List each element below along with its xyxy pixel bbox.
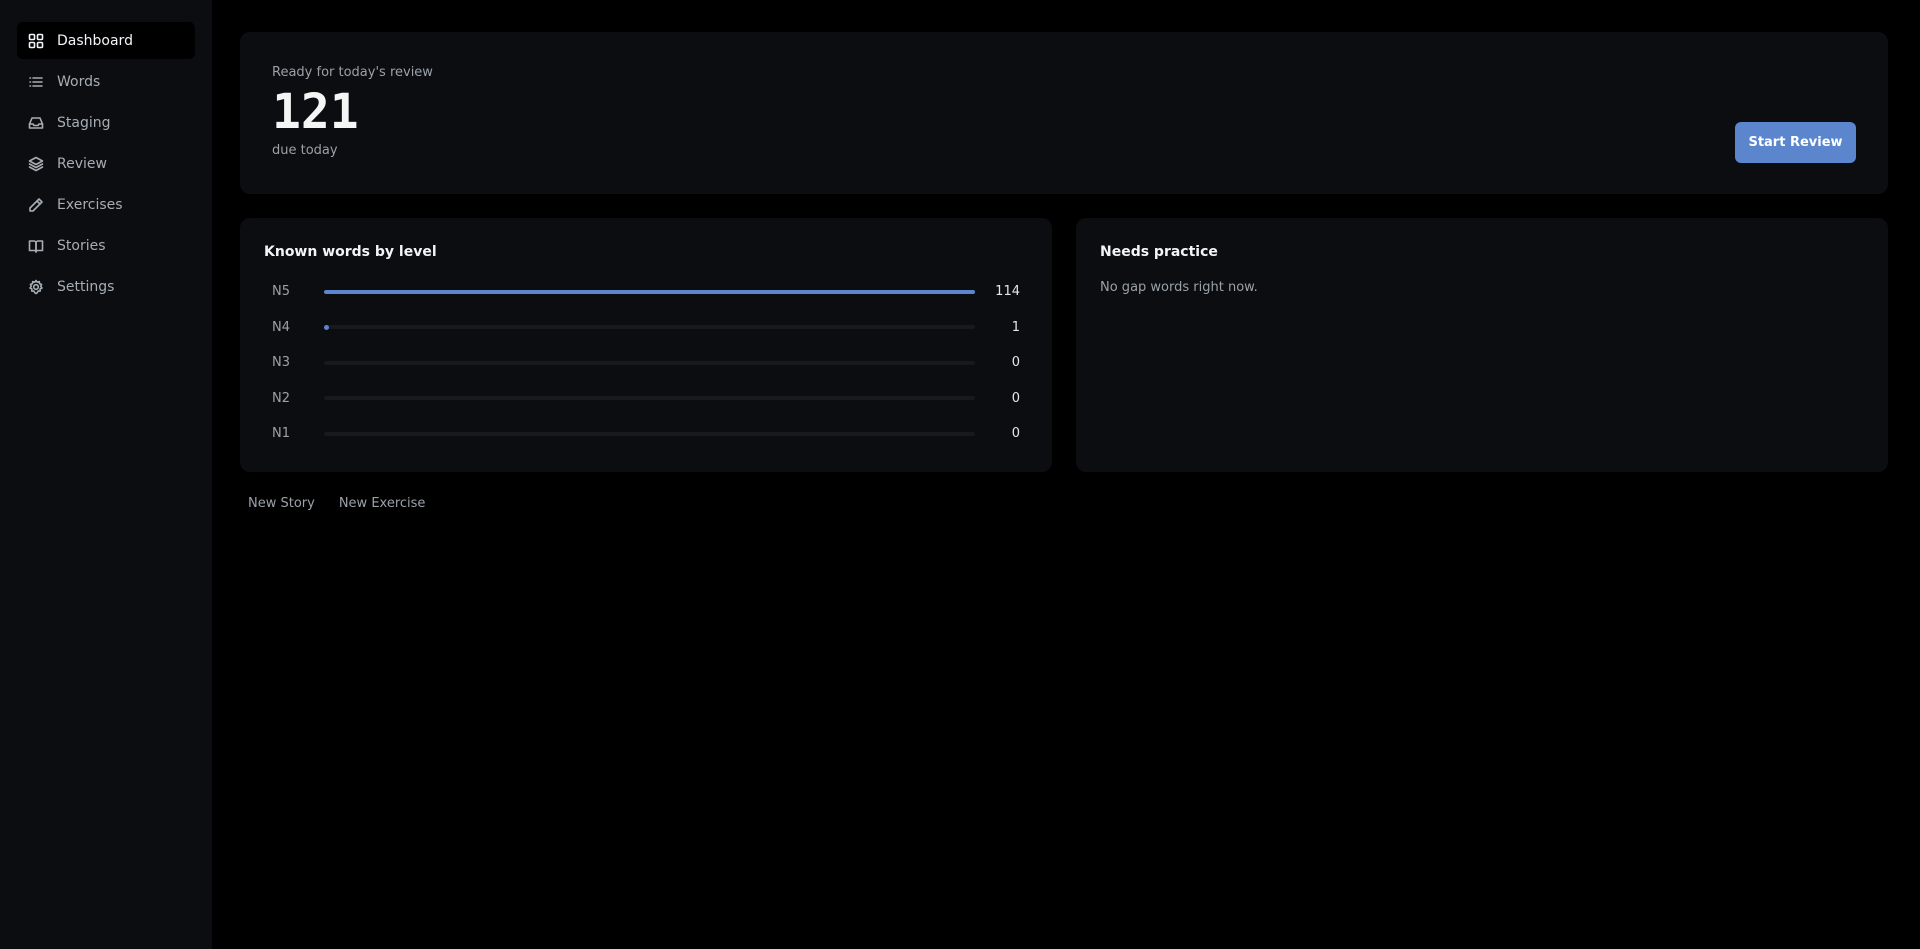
- level-count: 0: [1011, 390, 1020, 406]
- panel-title: Needs practice: [1100, 244, 1218, 260]
- sidebar-item-label: Words: [57, 73, 101, 90]
- panel-title: Known words by level: [264, 244, 437, 260]
- level-count: 1: [1011, 319, 1020, 335]
- sidebar-item-label: Staging: [57, 114, 111, 131]
- due-label: due today: [272, 142, 338, 158]
- level-bar-track: [324, 324, 975, 330]
- empty-state-text: No gap words right now.: [1100, 280, 1258, 295]
- sidebar-item-label: Dashboard: [57, 32, 133, 49]
- sidebar-item-review[interactable]: Review: [17, 145, 195, 182]
- needs-practice-panel: Needs practice No gap words right now.: [1076, 218, 1888, 472]
- level-row-n2: N2 0: [264, 381, 1028, 417]
- level-list: N5 114 N4 1 N3 0 N2 0 N1 0: [264, 274, 1028, 452]
- level-bar-fill: [324, 289, 975, 294]
- level-name: N4: [272, 319, 290, 335]
- new-story-link[interactable]: New Story: [248, 496, 315, 511]
- new-exercise-link[interactable]: New Exercise: [339, 496, 426, 511]
- level-bar-track: [324, 289, 975, 294]
- sidebar-item-label: Settings: [57, 278, 115, 295]
- start-review-button[interactable]: Start Review: [1735, 122, 1856, 163]
- level-name: N2: [272, 390, 290, 406]
- level-row-n1: N1 0: [264, 416, 1028, 452]
- review-summary-card: Ready for today's review 121 due today S…: [240, 32, 1888, 194]
- level-name: N1: [272, 426, 290, 442]
- level-row-n3: N3 0: [264, 345, 1028, 381]
- sidebar-item-label: Exercises: [57, 196, 123, 213]
- pencil-icon: [28, 197, 44, 213]
- level-row-n5: N5 114: [264, 274, 1028, 310]
- level-name: N3: [272, 355, 290, 371]
- level-bar-fill: [324, 324, 329, 330]
- inbox-icon: [28, 115, 44, 131]
- sidebar-item-dashboard[interactable]: Dashboard: [17, 22, 195, 59]
- book-icon: [28, 238, 44, 254]
- level-count: 0: [1011, 355, 1020, 371]
- panels-row: Known words by level N5 114 N4 1 N3 0 N2…: [240, 218, 1888, 472]
- main-content: Ready for today's review 121 due today S…: [212, 0, 1920, 949]
- app: Dashboard Words Staging Review Exercises: [0, 0, 1920, 949]
- level-count: 0: [1011, 426, 1020, 442]
- sidebar-item-settings[interactable]: Settings: [17, 268, 195, 305]
- known-words-panel: Known words by level N5 114 N4 1 N3 0 N2…: [240, 218, 1052, 472]
- list-icon: [28, 74, 44, 90]
- sidebar-item-staging[interactable]: Staging: [17, 104, 195, 141]
- grid-icon: [28, 33, 44, 49]
- layers-icon: [28, 156, 44, 172]
- level-row-n4: N4 1: [264, 310, 1028, 346]
- level-bar-track: [324, 431, 975, 436]
- sidebar-item-words[interactable]: Words: [17, 63, 195, 100]
- sidebar: Dashboard Words Staging Review Exercises: [0, 0, 212, 949]
- gear-icon: [28, 279, 44, 295]
- review-label: Ready for today's review: [272, 65, 433, 80]
- quick-actions: New Story New Exercise: [240, 496, 1888, 511]
- due-count: 121: [272, 84, 359, 140]
- level-bar-track: [324, 360, 975, 365]
- level-name: N5: [272, 284, 290, 300]
- sidebar-item-stories[interactable]: Stories: [17, 227, 195, 264]
- sidebar-item-exercises[interactable]: Exercises: [17, 186, 195, 223]
- sidebar-item-label: Review: [57, 155, 107, 172]
- sidebar-item-label: Stories: [57, 237, 106, 254]
- level-bar-track: [324, 396, 975, 401]
- level-count: 114: [995, 284, 1020, 300]
